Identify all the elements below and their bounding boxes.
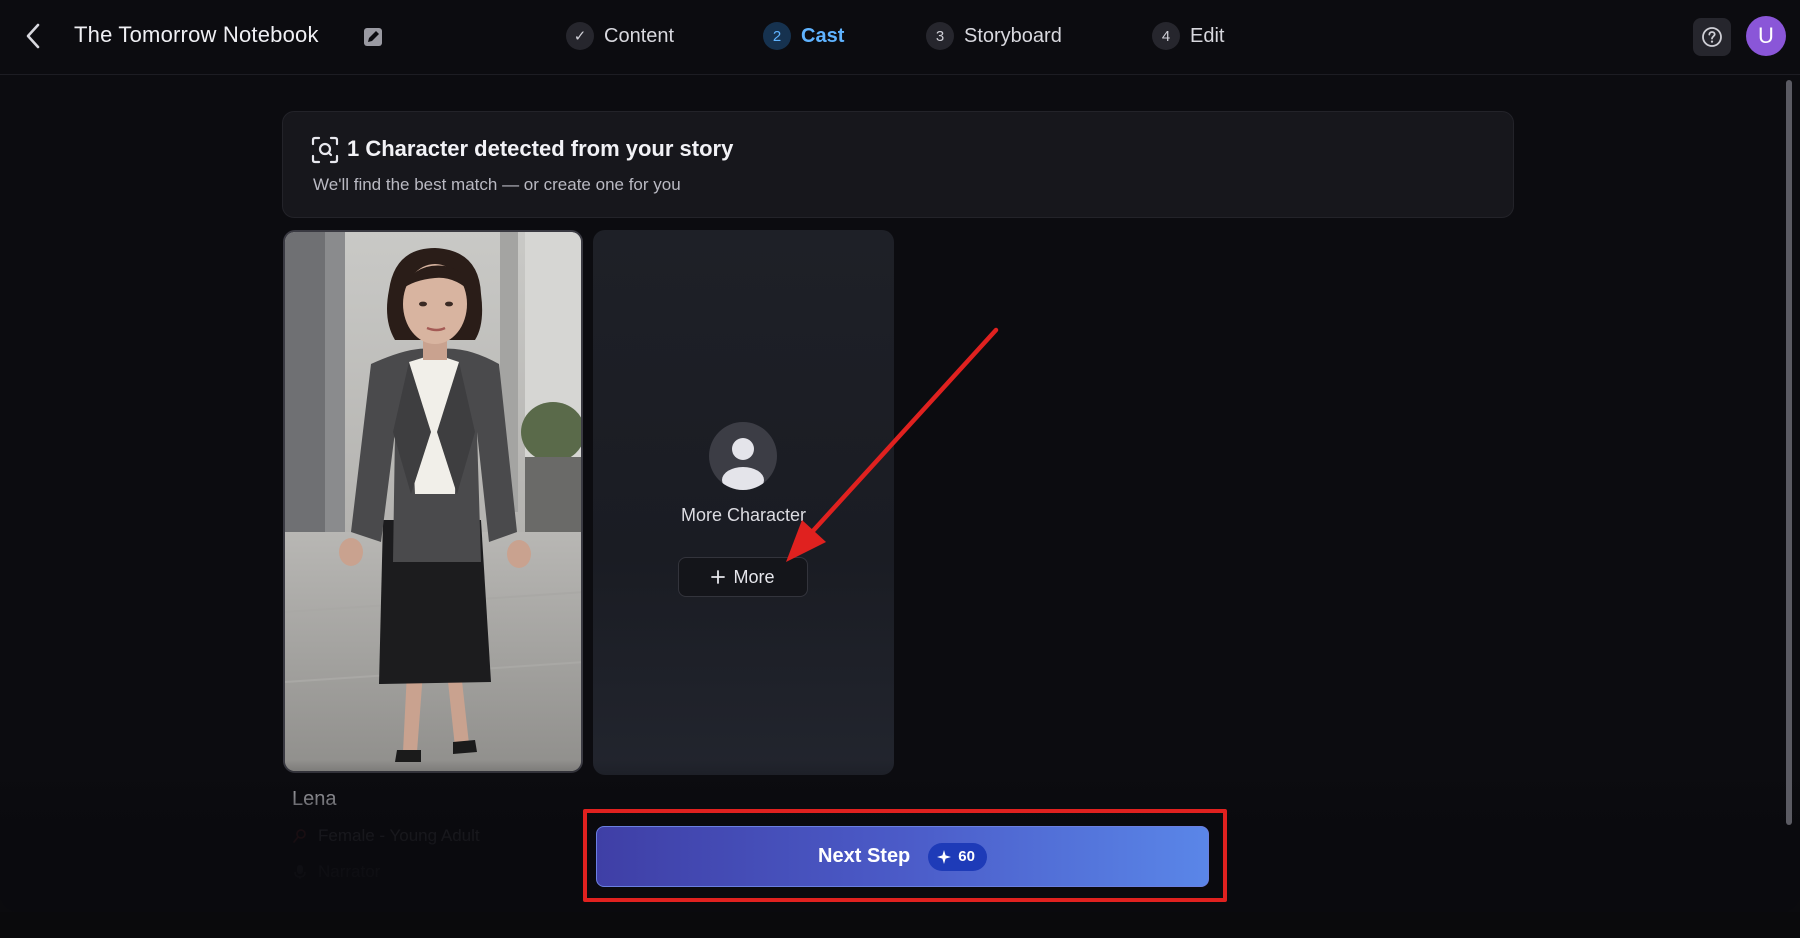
top-bar: The Tomorrow Notebook ✓ Content 2 Cast 3… [0,0,1800,75]
character-role: Narrator [292,862,380,882]
project-title: The Tomorrow Notebook [74,22,319,47]
character-card-lena[interactable] [283,230,583,773]
edit-icon [364,28,382,46]
add-more-character-button[interactable]: More [678,557,808,597]
step-number: 2 [763,22,791,50]
bottom-strip [0,912,1800,938]
back-button[interactable] [18,20,48,52]
scrollbar [1786,80,1792,825]
step-label: Content [604,24,675,47]
chevron-left-icon [26,23,40,49]
character-role-text: Narrator [318,862,381,881]
detection-banner: 1 Character detected from your story We'… [282,111,1514,218]
person-placeholder-icon [709,422,777,490]
help-button[interactable] [1693,18,1731,56]
more-character-card: More Character More [593,230,894,775]
step-label: Edit [1190,24,1225,47]
character-name: Lena [292,788,337,810]
check-icon: ✓ [566,22,594,50]
character-meta-text: Female - Young Adult [318,826,480,845]
more-character-title: More Character [680,505,807,525]
person-icon [293,829,306,843]
character-gender-age: Female - Young Adult [292,826,480,846]
next-step-button[interactable]: Next Step 60 [596,826,1209,887]
credit-cost-badge: 60 [928,842,987,871]
step-label: Storyboard [964,24,1062,47]
help-icon [1702,27,1722,47]
app-window: The Tomorrow Notebook ✓ Content 2 Cast 3… [0,0,1800,912]
scan-face-icon [311,136,339,164]
rename-button[interactable] [360,24,386,50]
more-button-label: More [733,566,775,587]
step-storyboard[interactable]: 3 Storyboard [926,20,1062,52]
banner-title: 1 Character detected from your story [347,136,734,161]
scrollbar-thumb[interactable] [1786,80,1792,825]
next-step-label: Next Step [818,845,911,867]
step-edit[interactable]: 4 Edit [1152,20,1224,52]
banner-subtitle: We'll find the best match — or create on… [313,175,681,194]
character-portrait [285,232,581,771]
step-cast[interactable]: 2 Cast [763,20,844,52]
mic-icon [294,865,306,879]
user-avatar[interactable]: U [1746,16,1786,56]
plus-icon [711,570,726,584]
sparkle-icon [937,849,952,864]
step-number: 4 [1152,22,1180,50]
step-label: Cast [801,24,845,47]
step-number: 3 [926,22,954,50]
credit-cost-value: 60 [958,848,975,865]
step-content[interactable]: ✓ Content [566,20,674,52]
